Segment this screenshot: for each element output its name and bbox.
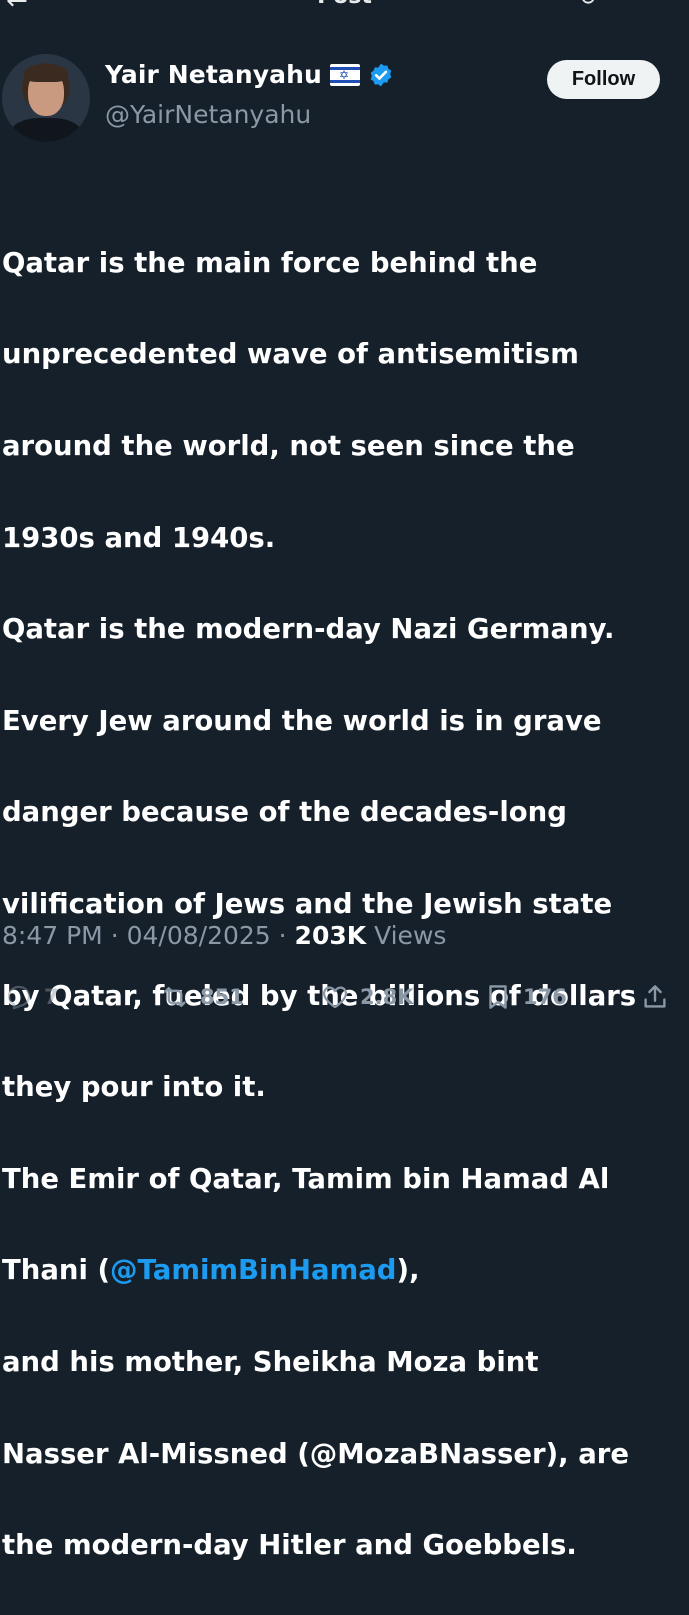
mention-link[interactable]: @TamimBinHamad [110,1254,396,1286]
post-line: The Emir of Qatar, Tamim bin Hamad Al [2,1162,610,1195]
post-line: Qatar is the modern-day Nazi Germany. [2,613,615,646]
post-line: they pour into it. [2,1071,266,1104]
bookmark-count: 176 [523,985,567,1009]
bookmark-button[interactable]: 176 [483,982,567,1012]
reply-button[interactable]: 7 [4,982,59,1012]
author-name-row: Yair Netanyahu ✡ [105,60,394,89]
post-line: the modern-day Hitler and Goebbels. [2,1529,577,1562]
like-count: 2.8K [360,985,414,1009]
refresh-icon[interactable]: ↻ [579,0,597,11]
post-text-fragment: Thani ( [2,1254,111,1287]
author-handle[interactable]: @YairNetanyahu [105,100,311,129]
post-line: unprecedented wave of antisemitism [2,338,579,371]
post-line: around the world, not seen since the [2,429,575,462]
heart-icon [322,986,348,1009]
share-button[interactable] [640,982,670,1012]
avatar[interactable] [2,54,90,142]
post-line: danger because of the decades-long [2,796,567,829]
like-button[interactable]: 2.8K [320,982,413,1012]
verified-badge-icon [370,63,392,86]
post-line: Every Jew around the world is in grave [2,704,602,737]
views-count: 203K [294,921,367,950]
action-bar: 7 851 2.8K 176 [0,982,689,1024]
follow-button[interactable]: Follow [547,60,660,99]
meta-separator: · [278,921,287,950]
post-time[interactable]: 8:47 PM [2,921,103,950]
repost-count: 851 [200,985,244,1009]
post-line: 1930s and 1940s. [2,521,276,554]
post-line: Nasser Al-Missned (@MozaBNasser), are [2,1437,629,1470]
share-icon [644,985,666,1008]
post-meta: 8:47 PM · 04/08/2025 · 203K Views [2,921,446,950]
post-line: and his mother, Sheikha Moza bint [2,1345,539,1378]
repost-button[interactable]: 851 [160,982,244,1012]
post-text: Qatar is the main force behind the unpre… [2,195,688,1615]
repost-icon [164,987,186,1007]
top-bar: ← Post ↻ [0,0,689,14]
post-text-fragment: ), [396,1254,420,1287]
views-label: Views [374,921,447,950]
reply-count: 7 [44,985,59,1009]
author-name[interactable]: Yair Netanyahu [105,60,322,89]
israel-flag-icon: ✡ [329,63,360,86]
bookmark-icon [489,985,507,1009]
post-date[interactable]: 04/08/2025 [127,921,271,950]
post-line-with-mention: Thani (@TamimBinHamad), [2,1248,688,1294]
meta-separator: · [110,921,119,950]
post-line: Qatar is the main force behind the [2,246,538,279]
reply-icon [7,985,31,1010]
